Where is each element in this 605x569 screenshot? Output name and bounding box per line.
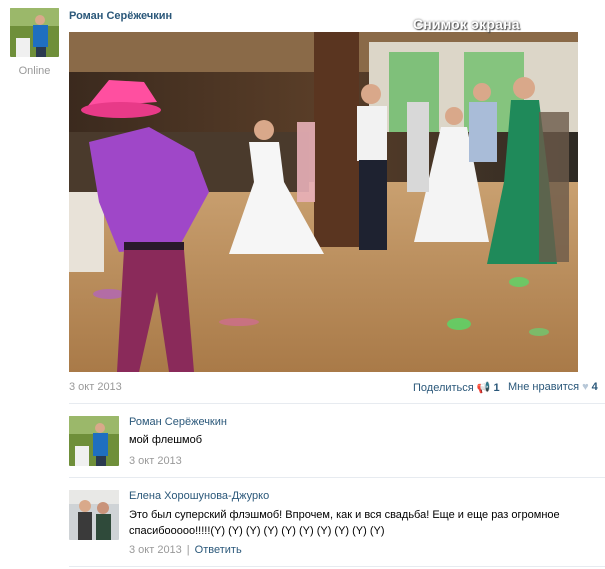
like-count: 4 bbox=[591, 381, 598, 393]
meta-separator: | bbox=[186, 544, 190, 556]
divider bbox=[69, 403, 605, 404]
share-label: Поделиться bbox=[413, 381, 474, 394]
comment-text: мой флешмоб bbox=[129, 434, 203, 446]
comment-text-line: Это был суперский флэшмоб! Впрочем, как … bbox=[129, 509, 560, 521]
post-photo[interactable] bbox=[69, 32, 578, 372]
comment-author-link[interactable]: Елена Хорошунова-Джурко bbox=[129, 490, 269, 502]
comment-text: Это был суперский флэшмоб! Впрочем, как … bbox=[129, 507, 579, 539]
comment-date[interactable]: 3 окт 2013 bbox=[129, 544, 182, 556]
online-status: Online bbox=[18, 65, 51, 77]
like-button[interactable]: Мне нравится ♥ 4 bbox=[508, 381, 598, 393]
heart-icon: ♥ bbox=[582, 381, 589, 393]
comment-meta: 3 окт 2013 bbox=[129, 455, 182, 467]
author-avatar[interactable] bbox=[10, 8, 59, 57]
post-author-link[interactable]: Роман Серёжечкин bbox=[69, 10, 172, 22]
post-date[interactable]: 3 окт 2013 bbox=[69, 381, 122, 393]
like-label: Мне нравится bbox=[508, 381, 580, 393]
comment-avatar[interactable] bbox=[69, 416, 119, 466]
watermark-text: Снимок экрана bbox=[413, 16, 520, 32]
comment-text-line: спасибооооо!!!!!(Y) (Y) (Y) (Y) (Y) (Y) … bbox=[129, 525, 385, 537]
share-button[interactable]: Поделиться 📢 1 bbox=[413, 381, 500, 395]
reply-link[interactable]: Ответить bbox=[195, 544, 242, 556]
megaphone-icon: 📢 bbox=[476, 382, 491, 394]
divider bbox=[69, 566, 605, 567]
comment-date[interactable]: 3 окт 2013 bbox=[129, 455, 182, 467]
share-count: 1 bbox=[493, 381, 500, 394]
divider bbox=[69, 477, 605, 478]
comment-avatar[interactable] bbox=[69, 490, 119, 540]
comment-author-link[interactable]: Роман Серёжечкин bbox=[129, 416, 227, 428]
comment-meta: 3 окт 2013 | Ответить bbox=[129, 544, 242, 556]
